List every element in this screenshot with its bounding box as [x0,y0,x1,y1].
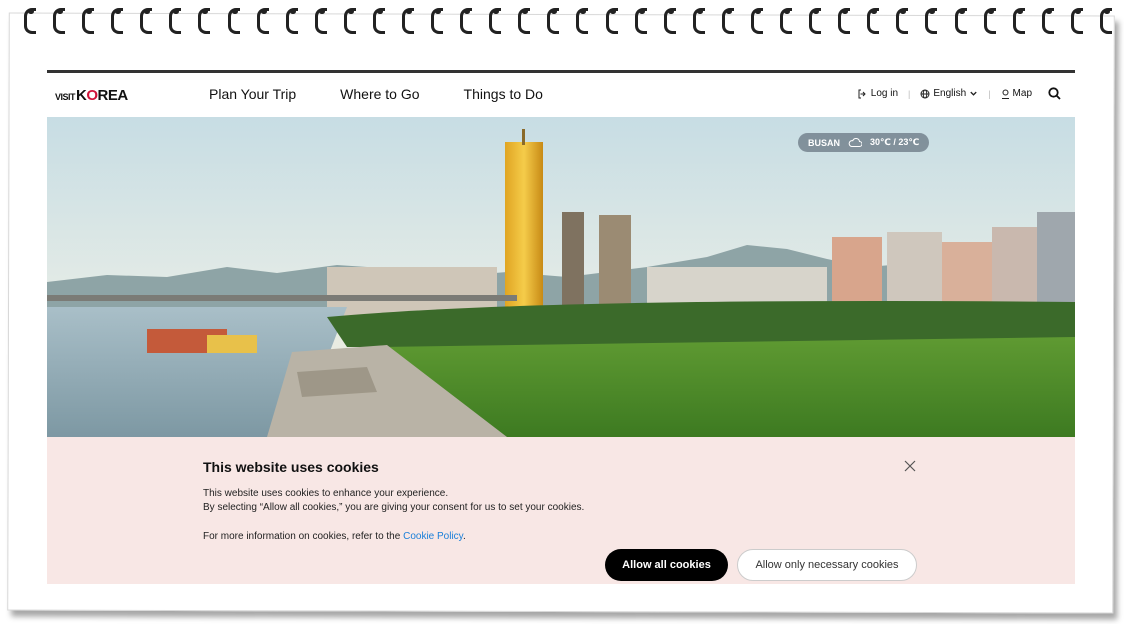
binding-ring [1040,8,1054,34]
search-icon [1048,87,1061,100]
binding-ring [865,8,880,34]
spiral-binding [22,8,1112,36]
allow-necessary-cookies-button[interactable]: Allow only necessary cookies [737,549,917,581]
binding-ring [80,8,95,34]
login-label: Log in [870,88,899,99]
logo-letter-k: K [76,87,87,104]
binding-ring [516,8,531,34]
cookie-policy-prefix: For more information on cookies, refer t… [203,531,404,542]
binding-ring [574,8,589,34]
binding-ring [836,8,851,34]
weather-badge: BUSAN 30℃ / 23℃ [798,133,930,152]
hero-banner: BUSAN 30℃ / 23℃ [47,117,1075,437]
binding-ring [167,8,182,34]
binding-ring [953,8,967,34]
cookie-policy-suffix: . [462,531,466,542]
binding-ring [1011,8,1025,34]
logo-letters-rea: REA [97,87,129,104]
nav-where-to-go[interactable]: Where to Go [340,86,419,102]
binding-ring [284,8,298,34]
binding-ring [138,8,153,34]
language-label: English [933,88,967,99]
binding-ring [342,8,356,34]
weather-city: BUSAN [808,137,841,148]
nav-plan-your-trip[interactable]: Plan Your Trip [209,86,296,102]
allow-all-cookies-button[interactable]: Allow all cookies [605,549,728,581]
cloud-icon [848,138,863,147]
cookie-policy-text: For more information on cookies, refer t… [203,531,466,542]
cookie-consent-banner: This website uses cookies This website u… [47,437,1075,584]
binding-ring [633,8,647,34]
login-icon [858,89,866,98]
binding-ring [196,8,211,34]
binding-ring [313,8,327,34]
hero-image-seoul-hangang-park [47,117,1075,437]
cookie-banner-description: This website uses cookies to enhance you… [203,487,584,515]
login-link[interactable]: Log in [858,88,898,99]
binding-ring [923,8,938,34]
binding-ring [1069,8,1083,34]
binding-ring [720,8,734,34]
binding-ring [487,8,502,34]
binding-ring [662,8,676,34]
visitkorea-logo[interactable]: VISIT KOREA [55,87,128,104]
main-nav: Plan Your Trip Where to Go Things to Do [209,86,543,102]
binding-ring [691,8,705,34]
binding-ring [400,8,415,34]
logo-korea-text: KOREA [76,87,128,104]
logo-letter-o: O [86,87,98,104]
close-cookie-banner-button[interactable] [904,459,916,472]
website-page: VISIT KOREA Plan Your Trip Where to Go T… [47,70,1075,584]
binding-ring [458,8,473,34]
binding-ring [982,8,996,34]
binding-ring [807,8,822,34]
binding-ring [1098,8,1112,34]
binding-ring [226,8,240,34]
close-icon [904,460,916,472]
nav-things-to-do[interactable]: Things to Do [464,86,543,102]
binding-ring [371,8,385,34]
cookie-banner-title: This website uses cookies [203,459,379,475]
binding-ring [255,8,269,34]
binding-ring [894,8,909,34]
chevron-down-icon [970,91,977,96]
cookie-policy-link[interactable]: Cookie Policy [403,531,463,542]
cookie-line-2: By selecting “Allow all cookies,” you ar… [203,502,585,513]
utility-separator: | [908,88,911,99]
weather-temperature: 30℃ / 23℃ [870,137,920,147]
binding-ring [51,8,66,34]
search-button[interactable] [1048,87,1061,100]
map-pin-icon [1001,89,1009,99]
binding-ring [545,8,560,34]
utility-separator: | [988,88,991,99]
binding-ring [22,8,36,34]
map-label: Map [1012,88,1032,99]
binding-ring [109,8,124,34]
utility-bar: Log in | English | Map [858,87,1061,100]
site-header: VISIT KOREA Plan Your Trip Where to Go T… [47,73,1075,117]
binding-ring [429,8,444,34]
binding-ring [749,8,763,34]
map-link[interactable]: Map [1001,88,1032,99]
binding-ring [604,8,618,34]
globe-icon [920,89,930,98]
language-selector[interactable]: English [920,88,978,99]
cookie-line-1: This website uses cookies to enhance you… [203,488,449,499]
logo-visit-text: VISIT [55,92,76,102]
binding-ring [778,8,793,34]
